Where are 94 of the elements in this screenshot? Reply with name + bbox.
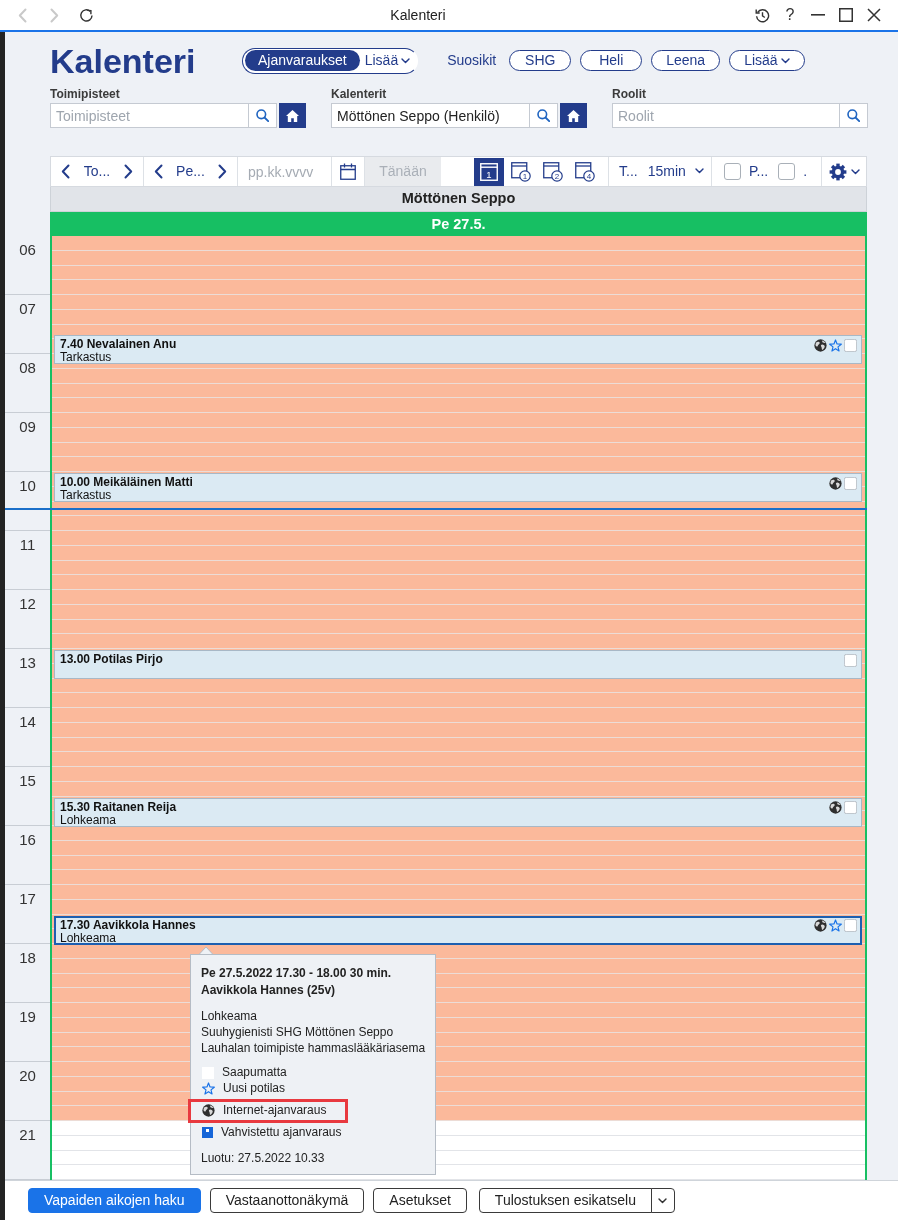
hour-label: 10 — [19, 477, 36, 494]
hour-label: 19 — [19, 1008, 36, 1025]
hour-label: 06 — [19, 241, 36, 258]
mode-tab[interactable]: Lisää — [359, 50, 416, 71]
appointment-reason: Tarkastus — [60, 489, 113, 502]
home-button[interactable] — [279, 103, 306, 128]
hour-label: 13 — [19, 654, 36, 671]
appointment[interactable]: 13.00 Potilas Pirjo — [54, 650, 862, 679]
hour-label: 11 — [19, 536, 36, 553]
tooltip-detail: Lohkeama — [201, 1007, 259, 1024]
favorite-button[interactable]: Heli — [580, 50, 643, 71]
favorite-button[interactable]: Leena — [651, 50, 721, 71]
filter-field[interactable]: Möttönen Seppo (Henkilö) — [331, 103, 530, 128]
action-button[interactable]: Vapaiden aikojen haku — [28, 1188, 201, 1213]
appointment[interactable]: 15.30 Raitanen Reija Lohkeama — [54, 797, 862, 827]
hour-label: 17 — [19, 890, 36, 907]
appointment-reason: Lohkeama — [60, 813, 118, 827]
caret-icon — [401, 57, 411, 64]
home-icon — [567, 109, 580, 122]
more-favorites-button[interactable]: Lisää — [729, 50, 805, 71]
appointment[interactable]: 17.30 Aavikkola Hannes Lohkeama — [54, 915, 862, 945]
maximize-button[interactable] — [838, 8, 854, 22]
reload-button[interactable] — [78, 7, 94, 23]
favorites-label: Suosikit — [447, 52, 497, 69]
reload-icon — [78, 7, 94, 23]
history-button[interactable] — [754, 7, 770, 23]
hour-label: 14 — [19, 713, 36, 730]
search-icon — [537, 109, 550, 122]
search-button[interactable] — [840, 103, 868, 128]
patient-name: Aavikkola Hannes (25v) — [201, 981, 337, 999]
arrival-checkbox[interactable] — [844, 476, 857, 490]
window-title: Kalenteri — [389, 6, 447, 24]
filter-field[interactable]: Toimipisteet — [50, 103, 249, 128]
home-button[interactable] — [560, 103, 587, 128]
appointment-title: 10.00 Meikäläinen Matti — [60, 475, 194, 489]
appointment-reason: Lohkeama — [60, 931, 118, 945]
chevron-right-icon — [49, 7, 59, 23]
tooltip-detail: Lauhalan toimipiste hammaslääkäriasema — [201, 1039, 425, 1056]
arrival-checkbox[interactable] — [844, 919, 857, 932]
search-icon — [256, 109, 269, 122]
field-label: Kalenterit — [331, 86, 388, 102]
action-button[interactable]: Tulostuksen esikatselu — [478, 1188, 652, 1213]
appointment[interactable]: 10.00 Meikäläinen Matti Tarkastus — [54, 473, 862, 502]
arrival-checkbox[interactable] — [844, 801, 857, 814]
close-icon — [867, 8, 881, 22]
hour-label: 08 — [19, 359, 36, 376]
close-button[interactable] — [866, 8, 882, 22]
hour-label: 20 — [19, 1067, 36, 1084]
hour-label: 15 — [19, 772, 36, 789]
appointment-title: 13.00 Potilas Pirjo — [60, 652, 164, 666]
dropdown-toggle-button[interactable] — [650, 1188, 675, 1213]
legend-label: Saapumatta — [222, 1065, 287, 1080]
star-icon — [202, 1082, 215, 1095]
field-label: Roolit — [612, 86, 647, 102]
hour-label: 12 — [19, 595, 36, 612]
legend-label: Internet-ajanvaraus — [223, 1103, 327, 1118]
appointment-reason: Tarkastus — [60, 351, 113, 365]
hour-label: 21 — [19, 1126, 36, 1143]
arrival-checkbox[interactable] — [844, 653, 857, 667]
favorite-button[interactable]: SHG — [509, 50, 572, 71]
globe-icon — [202, 1104, 215, 1117]
maximize-icon — [839, 8, 853, 22]
search-button[interactable] — [530, 103, 558, 128]
caret-icon — [658, 1197, 668, 1204]
help-button[interactable]: ? — [782, 7, 798, 23]
resource-header: Möttönen Seppo — [50, 187, 867, 212]
hour-label: 16 — [19, 831, 36, 848]
filter-field[interactable]: Roolit — [612, 103, 840, 128]
appointment-title: 7.40 Nevalainen Anu — [60, 337, 178, 352]
appointment[interactable]: 7.40 Nevalainen Anu Tarkastus — [54, 335, 862, 365]
search-icon — [847, 109, 860, 122]
search-button[interactable] — [249, 103, 277, 128]
action-button[interactable]: Vastaanottonäkymä — [209, 1188, 365, 1213]
field-label: Toimipisteet — [50, 86, 121, 102]
legend-label: Vahvistettu ajanvaraus — [221, 1125, 342, 1140]
caret-icon — [780, 57, 790, 64]
arrival-checkbox[interactable] — [844, 338, 857, 352]
minimize-icon — [811, 14, 825, 16]
created-timestamp: Luotu: 27.5.2022 10.33 — [201, 1149, 326, 1166]
tooltip-detail: Suuhygienisti SHG Möttönen Seppo — [201, 1023, 395, 1040]
home-icon — [286, 109, 299, 122]
hour-label: 09 — [19, 418, 36, 435]
day-header: Pe 27.5. — [50, 212, 867, 236]
legend-label: Uusi potilas — [223, 1081, 286, 1096]
appointment-title: 15.30 Raitanen Reija — [60, 799, 178, 814]
app-title: Kalenteri — [50, 40, 197, 82]
tooltip-title: Pe 27.5.2022 17.30 - 18.00 30 min. — [201, 964, 393, 982]
mode-tab[interactable]: Ajanvaraukset — [245, 50, 360, 71]
hour-label: 07 — [19, 300, 36, 317]
chevron-left-icon — [17, 7, 27, 23]
history-icon — [754, 7, 770, 23]
hour-label: 18 — [19, 949, 36, 966]
appointment-title: 17.30 Aavikkola Hannes — [60, 917, 197, 932]
action-button[interactable]: Asetukset — [373, 1188, 467, 1213]
